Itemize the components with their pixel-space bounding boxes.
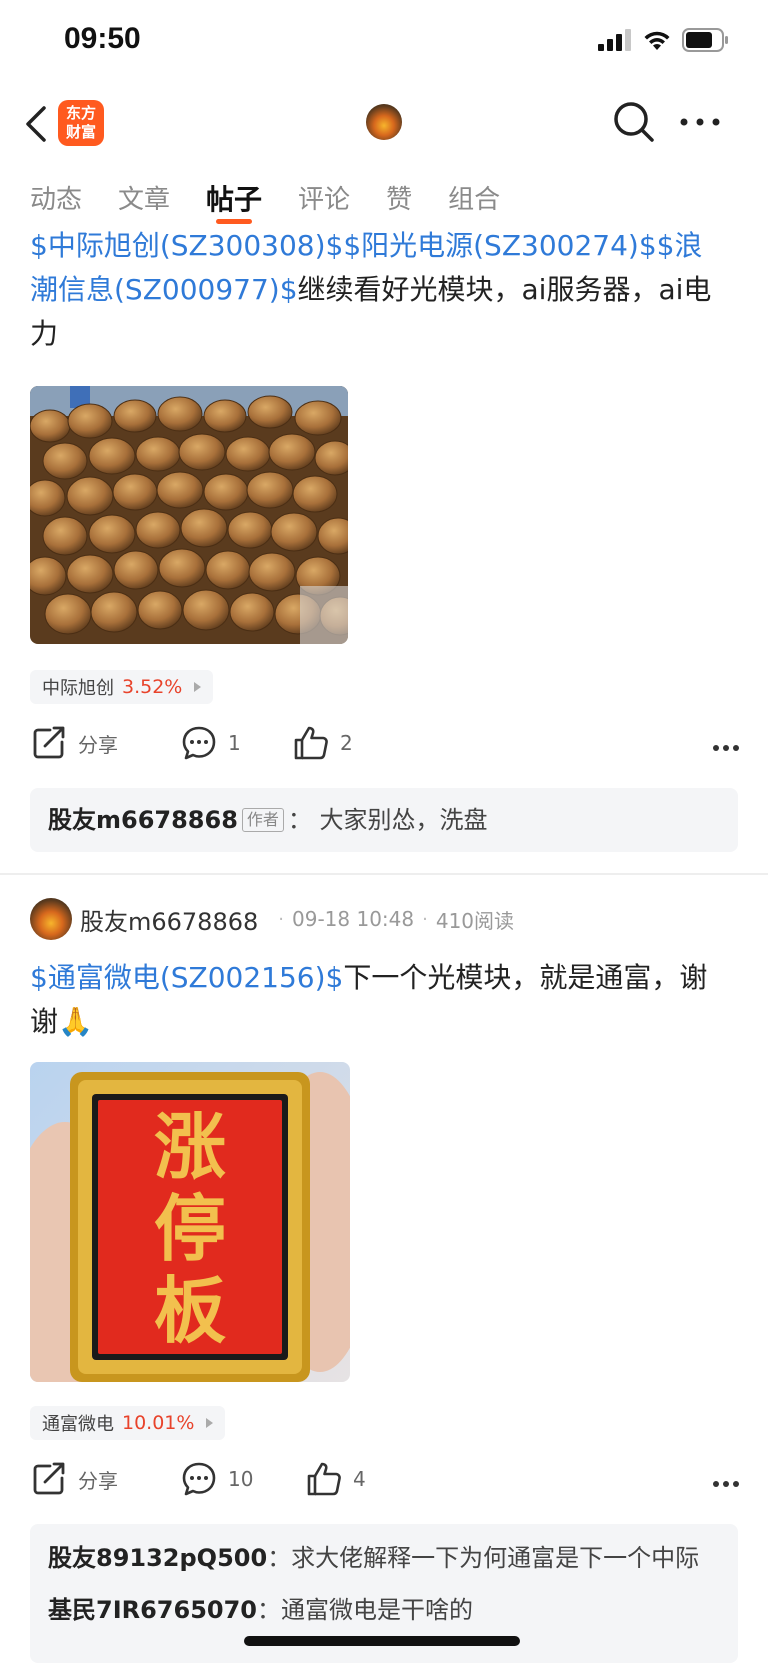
like-button[interactable]: 4 <box>305 1460 366 1498</box>
share-icon <box>33 1462 65 1495</box>
stock-change: 10.01% <box>122 1412 195 1434</box>
more-icon[interactable] <box>712 744 740 752</box>
comment-icon <box>182 1462 216 1496</box>
battery-icon <box>682 28 728 52</box>
tab-portfolios[interactable]: 组合 <box>448 170 500 230</box>
back-arrow-icon[interactable] <box>22 104 50 144</box>
share-button[interactable]: 分享 <box>30 1460 118 1498</box>
author-name[interactable]: 股友m6678868 <box>80 902 258 937</box>
chevron-right-icon <box>206 1418 214 1428</box>
post-image-limit-up[interactable]: 涨 停 板 <box>30 1062 350 1382</box>
post-body[interactable]: $中际旭创(SZ300308)$$阳光电源(SZ300274)$$浪潮信息(SZ… <box>30 224 730 356</box>
post-actions: 分享 10 4 <box>30 1460 740 1510</box>
comment-button[interactable]: 1 <box>180 724 241 762</box>
stock-name: 中际旭创 <box>42 678 114 699</box>
svg-text:涨: 涨 <box>154 1104 226 1189</box>
post-image-kiwi[interactable] <box>30 386 348 644</box>
post-date: 09-18 10:48 <box>292 907 415 931</box>
profile-tabs: 动态 文章 帖子 评论 赞 组合 <box>30 170 536 230</box>
tab-dynamics[interactable]: 动态 <box>30 170 82 230</box>
search-icon[interactable] <box>612 100 656 144</box>
share-button[interactable]: 分享 <box>30 724 118 762</box>
more-options-icon[interactable] <box>678 112 722 132</box>
comment-button[interactable]: 10 <box>180 1460 253 1498</box>
wifi-icon <box>644 31 670 50</box>
thumbs-up-icon <box>294 726 328 760</box>
status-time: 09:50 <box>64 22 141 55</box>
post-divider <box>0 873 768 875</box>
comment-text: ： 大家别怂，洗盘 <box>287 806 488 834</box>
comment-preview[interactable]: 股友m6678868 作者 ： 大家别怂，洗盘 <box>30 788 738 852</box>
post-body[interactable]: $通富微电(SZ002156)$下一个光模块，就是通富，谢谢🙏 <box>30 956 730 1044</box>
image-characters: 涨 停 板 <box>154 1104 226 1353</box>
like-count: 4 <box>353 1467 366 1491</box>
read-count: 410阅读 <box>435 908 515 933</box>
share-label: 分享 <box>78 1468 118 1493</box>
comment-item[interactable]: 基民7IR6765070：通富微电是干啥的 <box>48 1592 720 1628</box>
comment-count: 10 <box>228 1467 254 1491</box>
signal-icon <box>598 29 631 51</box>
comment-author[interactable]: 基民7IR6765070 <box>48 1596 257 1624</box>
share-label: 分享 <box>78 732 118 757</box>
author-row[interactable]: 股友m6678868 · 09-18 10:48 · 410阅读 <box>30 896 514 942</box>
status-icons <box>598 28 730 52</box>
comment-text: ：通富微电是干啥的 <box>257 1596 474 1624</box>
home-indicator[interactable] <box>244 1636 520 1646</box>
app-logo: 东方 财富 <box>58 100 104 146</box>
comment-count: 1 <box>228 731 241 755</box>
top-nav: 东方 财富 <box>0 84 768 164</box>
stock-chip[interactable]: 通富微电 10.01% <box>30 1406 226 1440</box>
stock-chip[interactable]: 中际旭创 3.52% <box>30 670 214 704</box>
stock-name: 通富微电 <box>42 1414 114 1435</box>
comment-icon <box>182 726 216 760</box>
post-actions: 分享 1 2 <box>30 724 740 774</box>
tab-posts[interactable]: 帖子 <box>206 170 262 230</box>
tab-likes[interactable]: 赞 <box>386 170 412 230</box>
tab-comments[interactable]: 评论 <box>298 170 350 230</box>
stock-change: 3.52% <box>122 676 183 698</box>
status-bar: 09:50 <box>0 0 768 84</box>
like-count: 2 <box>340 731 353 755</box>
share-icon <box>33 726 65 759</box>
svg-text:板: 板 <box>154 1268 226 1353</box>
comment-item[interactable]: 股友89132pQ500：求大佬解释一下为何通富是下一个中际 <box>48 1540 720 1576</box>
comment-author[interactable]: 股友m6678868 <box>48 802 238 838</box>
like-button[interactable]: 2 <box>292 724 353 762</box>
thumbs-up-icon <box>307 1462 341 1496</box>
logo-text-bottom: 财富 <box>65 123 96 141</box>
tab-articles[interactable]: 文章 <box>118 170 170 230</box>
chevron-right-icon <box>194 682 202 692</box>
comment-author[interactable]: 股友89132pQ500 <box>48 1544 267 1572</box>
author-tag: 作者 <box>241 808 284 832</box>
logo-text-top: 东方 <box>65 104 96 122</box>
avatar[interactable] <box>30 898 72 940</box>
profile-avatar[interactable] <box>366 104 402 140</box>
more-icon[interactable] <box>712 1480 740 1488</box>
svg-text:停: 停 <box>154 1186 226 1271</box>
comment-text: ：求大佬解释一下为何通富是下一个中际 <box>267 1544 700 1572</box>
stock-link[interactable]: $通富微电(SZ002156)$ <box>30 961 343 994</box>
